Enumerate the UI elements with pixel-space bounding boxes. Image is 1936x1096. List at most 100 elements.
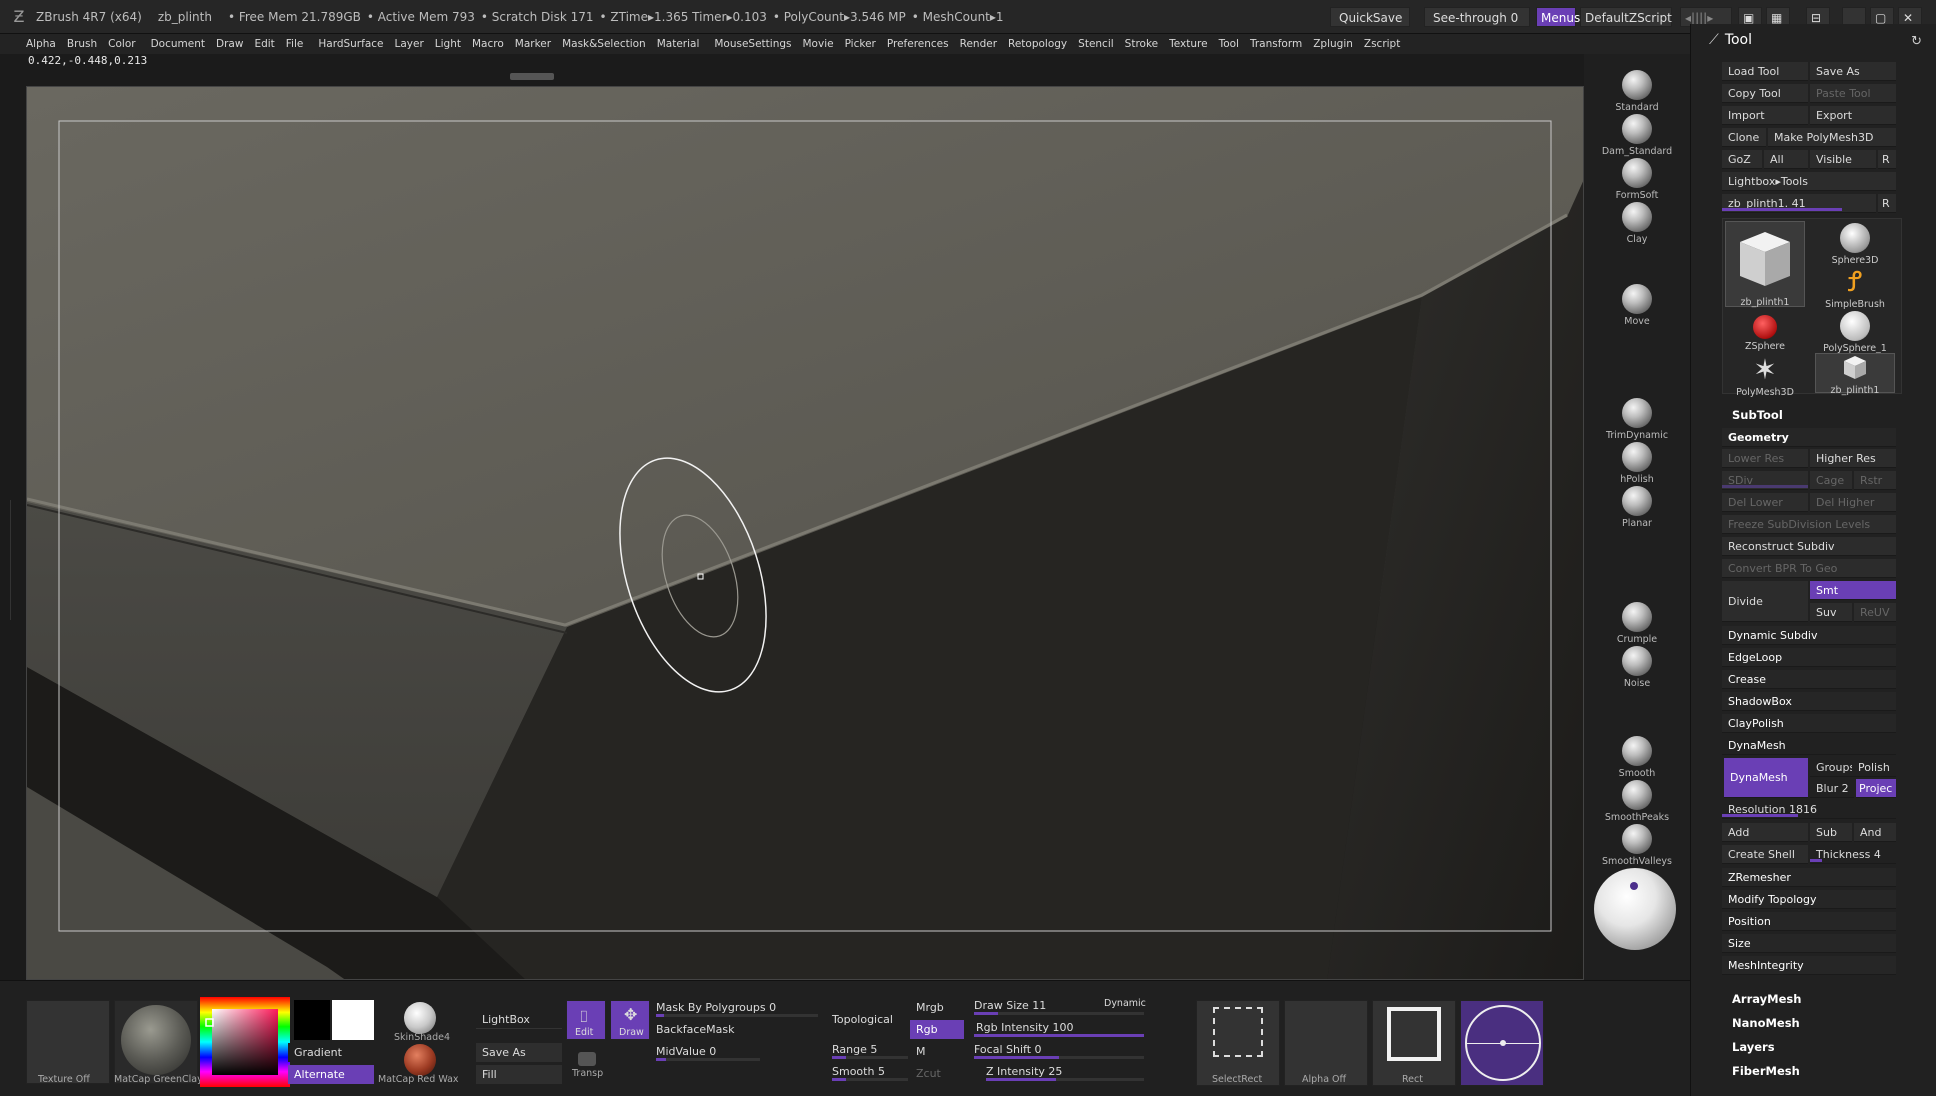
menu-file[interactable]: File <box>286 38 304 50</box>
higher-res-button[interactable]: Higher Res <box>1810 449 1896 468</box>
resolution-slider[interactable]: Resolution 1816 <box>1722 800 1896 819</box>
tool-zb-plinth[interactable]: zb_plinth1 <box>1725 221 1805 308</box>
menu-render[interactable]: Render <box>960 38 997 50</box>
mask-polygroups-slider[interactable]: Mask By Polygroups 0 <box>656 998 818 1017</box>
brush-planar[interactable]: Planar <box>1584 486 1690 529</box>
texture-slot[interactable] <box>26 1000 110 1084</box>
menu-stencil[interactable]: Stencil <box>1078 38 1114 50</box>
freeze-subdivision-button[interactable]: Freeze SubDivision Levels <box>1722 515 1896 534</box>
r-tool-button[interactable]: R <box>1878 194 1896 213</box>
fibermesh-section[interactable]: FiberMesh <box>1732 1064 1800 1078</box>
menu-edit[interactable]: Edit <box>254 38 274 50</box>
menu-tool[interactable]: Tool <box>1219 38 1239 50</box>
reuv-button[interactable]: ReUV <box>1854 603 1896 622</box>
edit-mode-button[interactable]: ⌷ Edit <box>566 1000 606 1040</box>
focal-shift-slider[interactable]: Focal Shift 0 <box>974 1040 1144 1059</box>
brush-smooth[interactable]: Smooth <box>1584 736 1690 779</box>
menu-draw[interactable]: Draw <box>216 38 243 50</box>
tool-sphere3d[interactable]: Sphere3D <box>1815 223 1895 266</box>
smt-toggle[interactable]: Smt <box>1810 581 1896 600</box>
layers-section[interactable]: Layers <box>1732 1040 1775 1054</box>
create-shell-button[interactable]: Create Shell <box>1722 845 1808 864</box>
sub-button[interactable]: Sub <box>1810 823 1852 842</box>
arraymesh-section[interactable]: ArrayMesh <box>1732 992 1801 1006</box>
menu-marker[interactable]: Marker <box>515 38 551 50</box>
brush-smoothvalleys[interactable]: SmoothValleys <box>1584 824 1690 867</box>
reconstruct-subdiv-button[interactable]: Reconstruct Subdiv <box>1722 537 1896 556</box>
load-tool-button[interactable]: Load Tool <box>1722 62 1808 81</box>
import-button[interactable]: Import <box>1722 106 1808 125</box>
tool-zsphere[interactable]: ZSphere <box>1725 311 1805 352</box>
del-higher-button[interactable]: Del Higher <box>1810 493 1896 512</box>
subtool-section[interactable]: SubTool <box>1732 408 1783 422</box>
and-button[interactable]: And <box>1854 823 1896 842</box>
menu-texture[interactable]: Texture <box>1169 38 1207 50</box>
claypolish-section[interactable]: ClayPolish <box>1722 714 1896 733</box>
menu-movie[interactable]: Movie <box>803 38 834 50</box>
meshintegrity-section[interactable]: MeshIntegrity <box>1722 956 1896 975</box>
brush-move[interactable]: Move <box>1584 284 1690 327</box>
dynamic-toggle[interactable]: Dynamic <box>1104 998 1146 1009</box>
menu-light[interactable]: Light <box>435 38 461 50</box>
z-intensity-slider[interactable]: Z Intensity 25 <box>986 1062 1144 1081</box>
tool-polymesh3d[interactable]: ✶ PolyMesh3D <box>1725 355 1805 399</box>
midvalue-slider[interactable]: MidValue 0 <box>656 1042 760 1061</box>
modify-topology-section[interactable]: Modify Topology <box>1722 890 1896 909</box>
range-slider[interactable]: Range 5 <box>832 1040 908 1059</box>
brush-hpolish[interactable]: hPolish <box>1584 442 1690 485</box>
brush-clay[interactable]: Clay <box>1584 202 1690 245</box>
refresh-icon[interactable]: ↻ <box>1911 34 1922 49</box>
dynamic-subdiv-section[interactable]: Dynamic Subdiv <box>1722 626 1896 645</box>
menu-zscript[interactable]: Zscript <box>1364 38 1400 50</box>
export-button[interactable]: Export <box>1810 106 1896 125</box>
shadowbox-section[interactable]: ShadowBox <box>1722 692 1896 711</box>
tool-zb-plinth-small[interactable]: zb_plinth1 <box>1815 353 1895 396</box>
menu-material[interactable]: Material <box>657 38 700 50</box>
menu-mousesettings[interactable]: MouseSettings <box>714 38 791 50</box>
lightbox-tools-button[interactable]: Lightbox▸Tools <box>1722 172 1896 191</box>
document-canvas[interactable] <box>26 86 1584 980</box>
save-as-document-button[interactable]: Save As <box>476 1043 562 1062</box>
menu-macro[interactable]: Macro <box>472 38 504 50</box>
suv-toggle[interactable]: Suv <box>1810 603 1852 622</box>
transp-icon[interactable] <box>578 1052 596 1066</box>
menu-document[interactable]: Document <box>151 38 205 50</box>
brush-noise[interactable]: Noise <box>1584 646 1690 689</box>
del-lower-button[interactable]: Del Lower <box>1722 493 1808 512</box>
edgeloop-section[interactable]: EdgeLoop <box>1722 648 1896 667</box>
menu-preferences[interactable]: Preferences <box>887 38 949 50</box>
material-sphere-icon[interactable] <box>1594 868 1676 950</box>
matcap-slot[interactable] <box>114 1000 198 1084</box>
quicksave-button[interactable]: QuickSave <box>1330 7 1410 27</box>
thickness-slider[interactable]: Thickness 4 <box>1810 845 1896 864</box>
brush-preview-slot[interactable] <box>1460 1000 1544 1086</box>
brush-smoothpeaks[interactable]: SmoothPeaks <box>1584 780 1690 823</box>
secondary-color-swatch[interactable] <box>294 1000 330 1040</box>
clone-button[interactable]: Clone <box>1722 128 1766 147</box>
dynamesh-section[interactable]: DynaMesh <box>1722 736 1896 755</box>
convert-bpr-button[interactable]: Convert BPR To Geo <box>1722 559 1896 578</box>
menu-hardsurface[interactable]: HardSurface <box>318 38 383 50</box>
menu-retopology[interactable]: Retopology <box>1008 38 1067 50</box>
menu-mask-selection[interactable]: Mask&Selection <box>562 38 646 50</box>
groups-toggle[interactable]: Groups <box>1810 758 1852 777</box>
menu-color[interactable]: Color <box>108 38 135 50</box>
lower-res-button[interactable]: Lower Res <box>1722 449 1808 468</box>
size-section[interactable]: Size <box>1722 934 1896 953</box>
m-toggle[interactable]: M <box>910 1042 964 1061</box>
brush-dam-standard[interactable]: Dam_Standard <box>1584 114 1690 157</box>
skinshade-material-icon[interactable] <box>404 1002 436 1034</box>
brush-formsoft[interactable]: FormSoft <box>1584 158 1690 201</box>
visible-button[interactable]: Visible <box>1810 150 1876 169</box>
all-button[interactable]: All <box>1764 150 1808 169</box>
divide-button[interactable]: Divide <box>1722 581 1808 622</box>
alternate-toggle[interactable]: Alternate <box>288 1065 374 1084</box>
main-color-swatch[interactable] <box>332 1000 374 1040</box>
rstr-button[interactable]: Rstr <box>1854 471 1896 490</box>
add-button[interactable]: Add <box>1722 823 1808 842</box>
paste-tool-button[interactable]: Paste Tool <box>1810 84 1896 103</box>
brush-standard[interactable]: Standard <box>1584 70 1690 113</box>
save-as-button[interactable]: Save As <box>1810 62 1896 81</box>
menu-stroke[interactable]: Stroke <box>1125 38 1158 50</box>
geometry-section[interactable]: Geometry <box>1722 428 1896 447</box>
